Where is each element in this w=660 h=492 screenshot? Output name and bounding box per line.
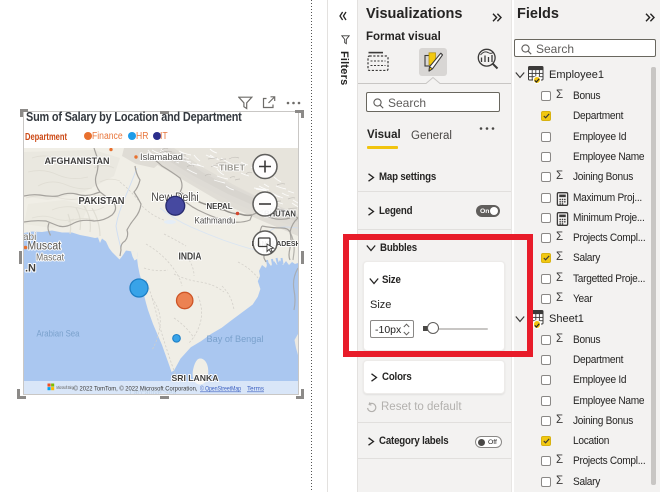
svg-text:AFGHANISTAN: AFGHANISTAN xyxy=(45,156,110,166)
svg-text:Islamabad: Islamabad xyxy=(140,152,183,162)
svg-text:Kathmandu: Kathmandu xyxy=(195,216,236,227)
svg-text:Microsoft Bing: Microsoft Bing xyxy=(57,385,74,391)
svg-text:TIBET: TIBET xyxy=(219,164,245,173)
svg-text:.N: .N xyxy=(25,263,36,275)
svg-text:Muscat: Muscat xyxy=(28,241,62,253)
svg-text:PAKISTAN: PAKISTAN xyxy=(79,196,125,207)
svg-text:Mascat: Mascat xyxy=(36,253,64,264)
svg-text:INDIA: INDIA xyxy=(179,252,202,263)
svg-text:Arabian Sea: Arabian Sea xyxy=(37,329,80,339)
svg-text:© OpenStreetMap: © OpenStreetMap xyxy=(200,386,241,393)
svg-text:© 2022 TomTom, © 2022 Microsof: © 2022 TomTom, © 2022 Microsoft Corporat… xyxy=(74,386,198,393)
svg-text:NEPAL: NEPAL xyxy=(207,202,233,211)
svg-text:Bay of Bengal: Bay of Bengal xyxy=(207,334,264,344)
svg-text:Terms: Terms xyxy=(247,386,264,393)
